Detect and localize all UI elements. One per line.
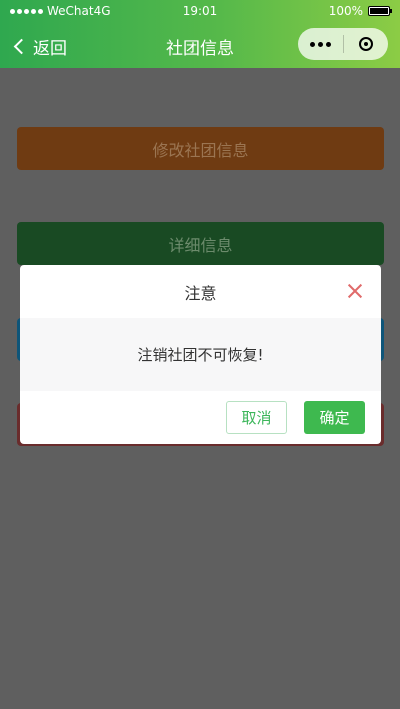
battery-icon: [368, 6, 392, 16]
modal-message: 注销社团不可恢复!: [137, 346, 264, 364]
club-details-button[interactable]: 详细信息: [17, 222, 384, 265]
status-bar: WeChat4G 19:01 100%: [0, 0, 400, 22]
modal-header: 注意: [20, 265, 381, 318]
screen: WeChat4G 19:01 100% 返回 社团信息 修改社团信息 详细信息 …: [0, 0, 400, 709]
more-dots-icon: [309, 41, 315, 47]
nav-bar: 返回 社团信息: [0, 22, 400, 68]
cancel-button[interactable]: 取消: [226, 401, 287, 434]
more-button[interactable]: [298, 41, 343, 47]
confirm-button[interactable]: 确定: [304, 401, 365, 434]
target-icon: [358, 37, 373, 51]
status-right: 100%: [328, 4, 392, 18]
confirm-modal: 注意 注销社团不可恢复! 取消 确定: [20, 265, 381, 444]
edit-club-info-button[interactable]: 修改社团信息: [17, 127, 384, 170]
close-icon[interactable]: [347, 283, 363, 299]
capsule-close-button[interactable]: [344, 37, 389, 51]
mini-program-capsule: [298, 28, 388, 60]
modal-footer: 取消 确定: [20, 391, 381, 444]
modal-body: 注销社团不可恢复!: [20, 318, 381, 391]
modal-title: 注意: [184, 283, 217, 303]
battery-percent: 100%: [328, 4, 363, 18]
